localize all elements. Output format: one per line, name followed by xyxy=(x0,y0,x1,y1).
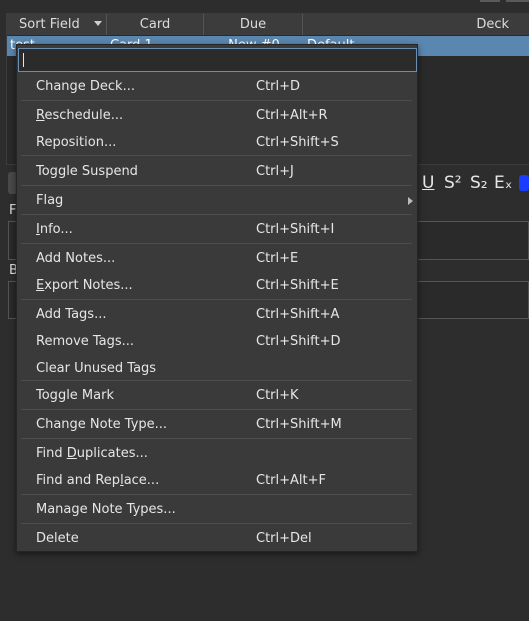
menu-item-label: Clear Unused Tags xyxy=(36,361,157,376)
text-color-button[interactable] xyxy=(519,175,529,191)
menu-item-label: Reschedule... xyxy=(36,108,124,123)
menu-item-change-note-type[interactable]: Change Note Type... Ctrl+Shift+M xyxy=(17,411,417,438)
menu-item-shortcut: Ctrl+K xyxy=(256,388,299,403)
menu-item-label: Change Note Type... xyxy=(36,417,168,432)
menu-item-label: Add Notes... xyxy=(36,251,116,266)
menu-item-label: Info... xyxy=(36,222,73,237)
menu-item-label: Flag xyxy=(36,193,64,208)
superscript-icon[interactable]: S² xyxy=(444,172,462,194)
menu-separator xyxy=(21,100,412,101)
menu-item-change-deck[interactable]: Change Deck... Ctrl+D xyxy=(17,73,417,100)
menu-search-input[interactable] xyxy=(18,48,417,72)
menu-item-label: Export Notes... xyxy=(36,278,133,293)
menu-item-remove-tags[interactable]: Remove Tags... Ctrl+Shift+D xyxy=(17,328,417,355)
menu-item-find-and-replace[interactable]: Find and Replace... Ctrl+Alt+F xyxy=(17,467,417,494)
menu-separator xyxy=(21,523,412,524)
menu-item-delete[interactable]: Delete Ctrl+Del xyxy=(17,525,417,552)
submenu-arrow-icon xyxy=(408,197,413,205)
menu-item-clear-unused-tags[interactable]: Clear Unused Tags xyxy=(17,355,417,382)
subscript-icon[interactable]: S₂ xyxy=(470,172,488,194)
underline-icon[interactable]: U xyxy=(422,172,434,194)
column-header-deck[interactable]: Deck xyxy=(303,14,529,35)
menu-item-info[interactable]: Info... Ctrl+Shift+I xyxy=(17,216,417,243)
menu-item-shortcut: Ctrl+Shift+E xyxy=(256,278,339,293)
column-header-due[interactable]: Due xyxy=(204,14,303,35)
menu-separator xyxy=(21,299,412,300)
menu-item-toggle-mark[interactable]: Toggle Mark Ctrl+K xyxy=(17,382,417,409)
clear-format-icon[interactable]: Eₓ xyxy=(494,172,512,194)
menu-item-shortcut: Ctrl+D xyxy=(256,79,301,94)
menu-item-shortcut: Ctrl+Alt+F xyxy=(256,473,326,488)
menu-item-reschedule[interactable]: Reschedule... Ctrl+Alt+R xyxy=(17,102,417,129)
menu-item-label: Delete xyxy=(36,531,79,546)
menu-item-label: Change Deck... xyxy=(36,79,135,94)
menu-item-flag[interactable]: Flag xyxy=(17,187,417,214)
menu-item-toggle-suspend[interactable]: Toggle Suspend Ctrl+J xyxy=(17,158,417,185)
menu-item-shortcut: Ctrl+Shift+I xyxy=(256,222,335,237)
menu-separator xyxy=(21,185,412,186)
window-edge xyxy=(506,0,529,2)
column-header-label: Sort Field xyxy=(19,17,80,32)
menu-item-shortcut: Ctrl+Del xyxy=(256,531,312,546)
menu-separator xyxy=(21,409,412,410)
menu-item-add-notes[interactable]: Add Notes... Ctrl+E xyxy=(17,245,417,272)
menu-item-shortcut: Ctrl+Shift+A xyxy=(256,307,340,322)
menu-item-reposition[interactable]: Reposition... Ctrl+Shift+S xyxy=(17,129,417,156)
menu-item-export-notes[interactable]: Export Notes... Ctrl+Shift+E xyxy=(17,272,417,299)
menu-item-find-duplicates[interactable]: Find Duplicates... xyxy=(17,440,417,467)
column-header-sort-field[interactable]: Sort Field xyxy=(7,14,107,35)
menu-item-label: Reposition... xyxy=(36,135,117,150)
menu-item-shortcut: Ctrl+Shift+D xyxy=(256,334,341,349)
menu-item-label: Add Tags... xyxy=(36,307,107,322)
menu-item-label: Toggle Suspend xyxy=(36,164,138,179)
menu-item-label: Find Duplicates... xyxy=(36,446,148,461)
menu-item-shortcut: Ctrl+E xyxy=(256,251,299,266)
menu-separator xyxy=(21,494,412,495)
menu-separator xyxy=(21,214,412,215)
window-edge xyxy=(480,0,500,2)
text-cursor xyxy=(23,53,24,67)
menu-separator xyxy=(21,438,412,439)
menu-item-label: Manage Note Types... xyxy=(36,502,176,517)
menu-item-shortcut: Ctrl+Shift+S xyxy=(256,135,339,150)
menu-item-add-tags[interactable]: Add Tags... Ctrl+Shift+A xyxy=(17,301,417,328)
menu-separator xyxy=(21,243,412,244)
menu-item-label: Remove Tags... xyxy=(36,334,135,349)
column-header-card[interactable]: Card xyxy=(107,14,204,35)
menu-item-label: Find and Replace... xyxy=(36,473,160,488)
menu-item-manage-note-types[interactable]: Manage Note Types... xyxy=(17,496,417,523)
menu-item-shortcut: Ctrl+J xyxy=(256,164,294,179)
menu-item-shortcut: Ctrl+Shift+M xyxy=(256,417,342,432)
sort-down-icon xyxy=(94,21,102,26)
menu-item-shortcut: Ctrl+Alt+R xyxy=(256,108,328,123)
menu-item-label: Toggle Mark xyxy=(36,388,114,403)
